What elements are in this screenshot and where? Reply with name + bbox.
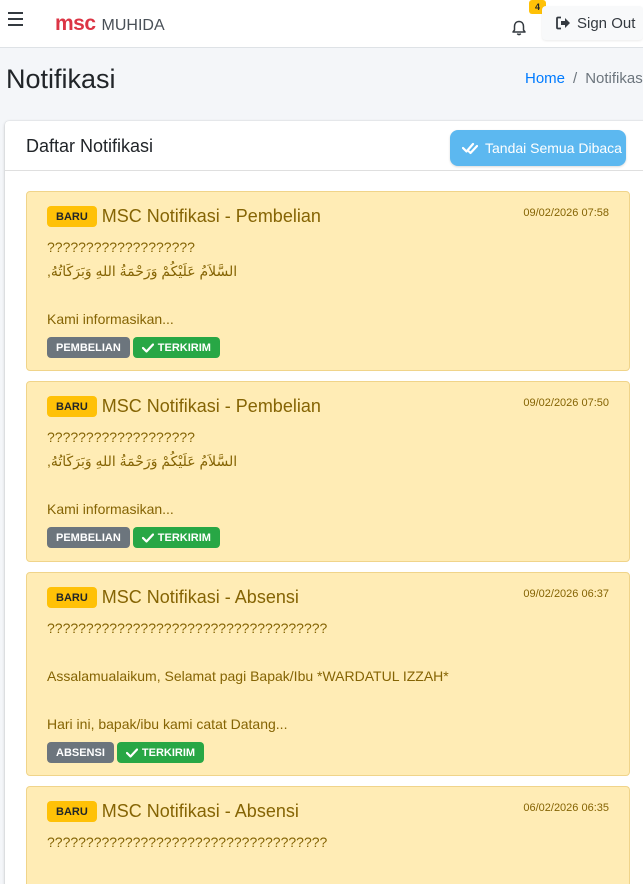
mark-all-read-label: Tandai Semua Dibaca	[485, 140, 622, 156]
breadcrumb: Home / Notifikasi	[525, 70, 643, 87]
notification-body-line: السَّلاَمُ عَلَيْكُمْ وَرَحْمَةُ اللهِ و…	[47, 453, 238, 469]
notification-body-line: Assalamualaikum, Selamat pagi Bapak/Ibu …	[47, 668, 449, 684]
notification-body-line: Kami informasikan...	[47, 311, 174, 327]
card-header: Daftar Notifikasi Tandai Semua Dibaca	[5, 121, 643, 171]
page-title: Notifikasi	[6, 64, 116, 94]
mark-all-read-button[interactable]: Tandai Semua Dibaca	[450, 130, 626, 166]
notification-date: 06/02/2026 06:35	[523, 802, 609, 814]
status-tag: TERKIRIM	[132, 527, 220, 548]
notification-body-line: Hari ini, bapak/ibu kami catat Datang...	[47, 716, 288, 732]
notification-body-line: Kami informasikan...	[47, 501, 174, 517]
notification-item[interactable]: BARU MSC Notifikasi - Absensi 09/02/2026…	[26, 572, 630, 776]
brand-name: MUHIDA	[101, 17, 165, 34]
double-check-icon	[462, 142, 478, 155]
notification-body-line: ???????????????????	[47, 239, 195, 255]
notification-title: MSC Notifikasi - Pembelian	[101, 206, 321, 226]
notification-body-line: ????????????????????????????????????	[47, 620, 328, 636]
sign-out-button[interactable]: Sign Out	[542, 6, 643, 40]
check-icon	[125, 747, 138, 758]
brand-logo: msc	[55, 12, 96, 35]
notification-date: 09/02/2026 07:58	[523, 207, 609, 219]
status-label: TERKIRIM	[141, 746, 196, 759]
notification-body-line: ???????????????????	[47, 429, 195, 445]
status-tag: TERKIRIM	[116, 742, 205, 763]
notification-date: 09/02/2026 06:37	[523, 588, 609, 600]
bell-icon[interactable]	[510, 19, 528, 37]
notification-item[interactable]: BARU MSC Notifikasi - Absensi 06/02/2026…	[26, 786, 630, 884]
category-tag: PEMBELIAN	[47, 337, 130, 358]
breadcrumb-separator: /	[573, 70, 578, 87]
new-badge: BARU	[47, 206, 97, 227]
notification-item[interactable]: BARU MSC Notifikasi - Pembelian 09/02/20…	[26, 381, 630, 562]
notification-body-line: السَّلاَمُ عَلَيْكُمْ وَرَحْمَةُ اللهِ و…	[47, 263, 238, 279]
notification-body-line: ????????????????????????????????????	[47, 834, 328, 850]
top-navbar: msc MUHIDA 4 Sign Out	[0, 0, 643, 48]
new-badge: BARU	[47, 801, 97, 822]
notification-title: MSC Notifikasi - Pembelian	[101, 396, 321, 416]
card-title: Daftar Notifikasi	[26, 136, 154, 156]
check-icon	[141, 532, 154, 543]
hamburger-menu-icon[interactable]	[8, 12, 23, 28]
status-label: TERKIRIM	[157, 341, 211, 354]
sign-out-icon	[556, 16, 570, 30]
notification-item[interactable]: BARU MSC Notifikasi - Pembelian 09/02/20…	[26, 191, 630, 371]
breadcrumb-home-link[interactable]: Home	[525, 70, 565, 87]
sign-out-label: Sign Out	[577, 14, 636, 32]
notification-date: 09/02/2026 07:50	[523, 397, 609, 409]
status-tag: TERKIRIM	[132, 337, 220, 358]
new-badge: BARU	[47, 587, 97, 608]
status-label: TERKIRIM	[157, 531, 211, 544]
category-tag: PEMBELIAN	[47, 527, 130, 548]
breadcrumb-current: Notifikasi	[585, 70, 643, 87]
check-icon	[141, 342, 154, 353]
new-badge: BARU	[47, 396, 97, 417]
category-tag: ABSENSI	[47, 742, 114, 763]
notification-title: MSC Notifikasi - Absensi	[101, 801, 299, 821]
notification-title: MSC Notifikasi - Absensi	[101, 587, 299, 607]
brand[interactable]: msc MUHIDA	[55, 12, 165, 36]
